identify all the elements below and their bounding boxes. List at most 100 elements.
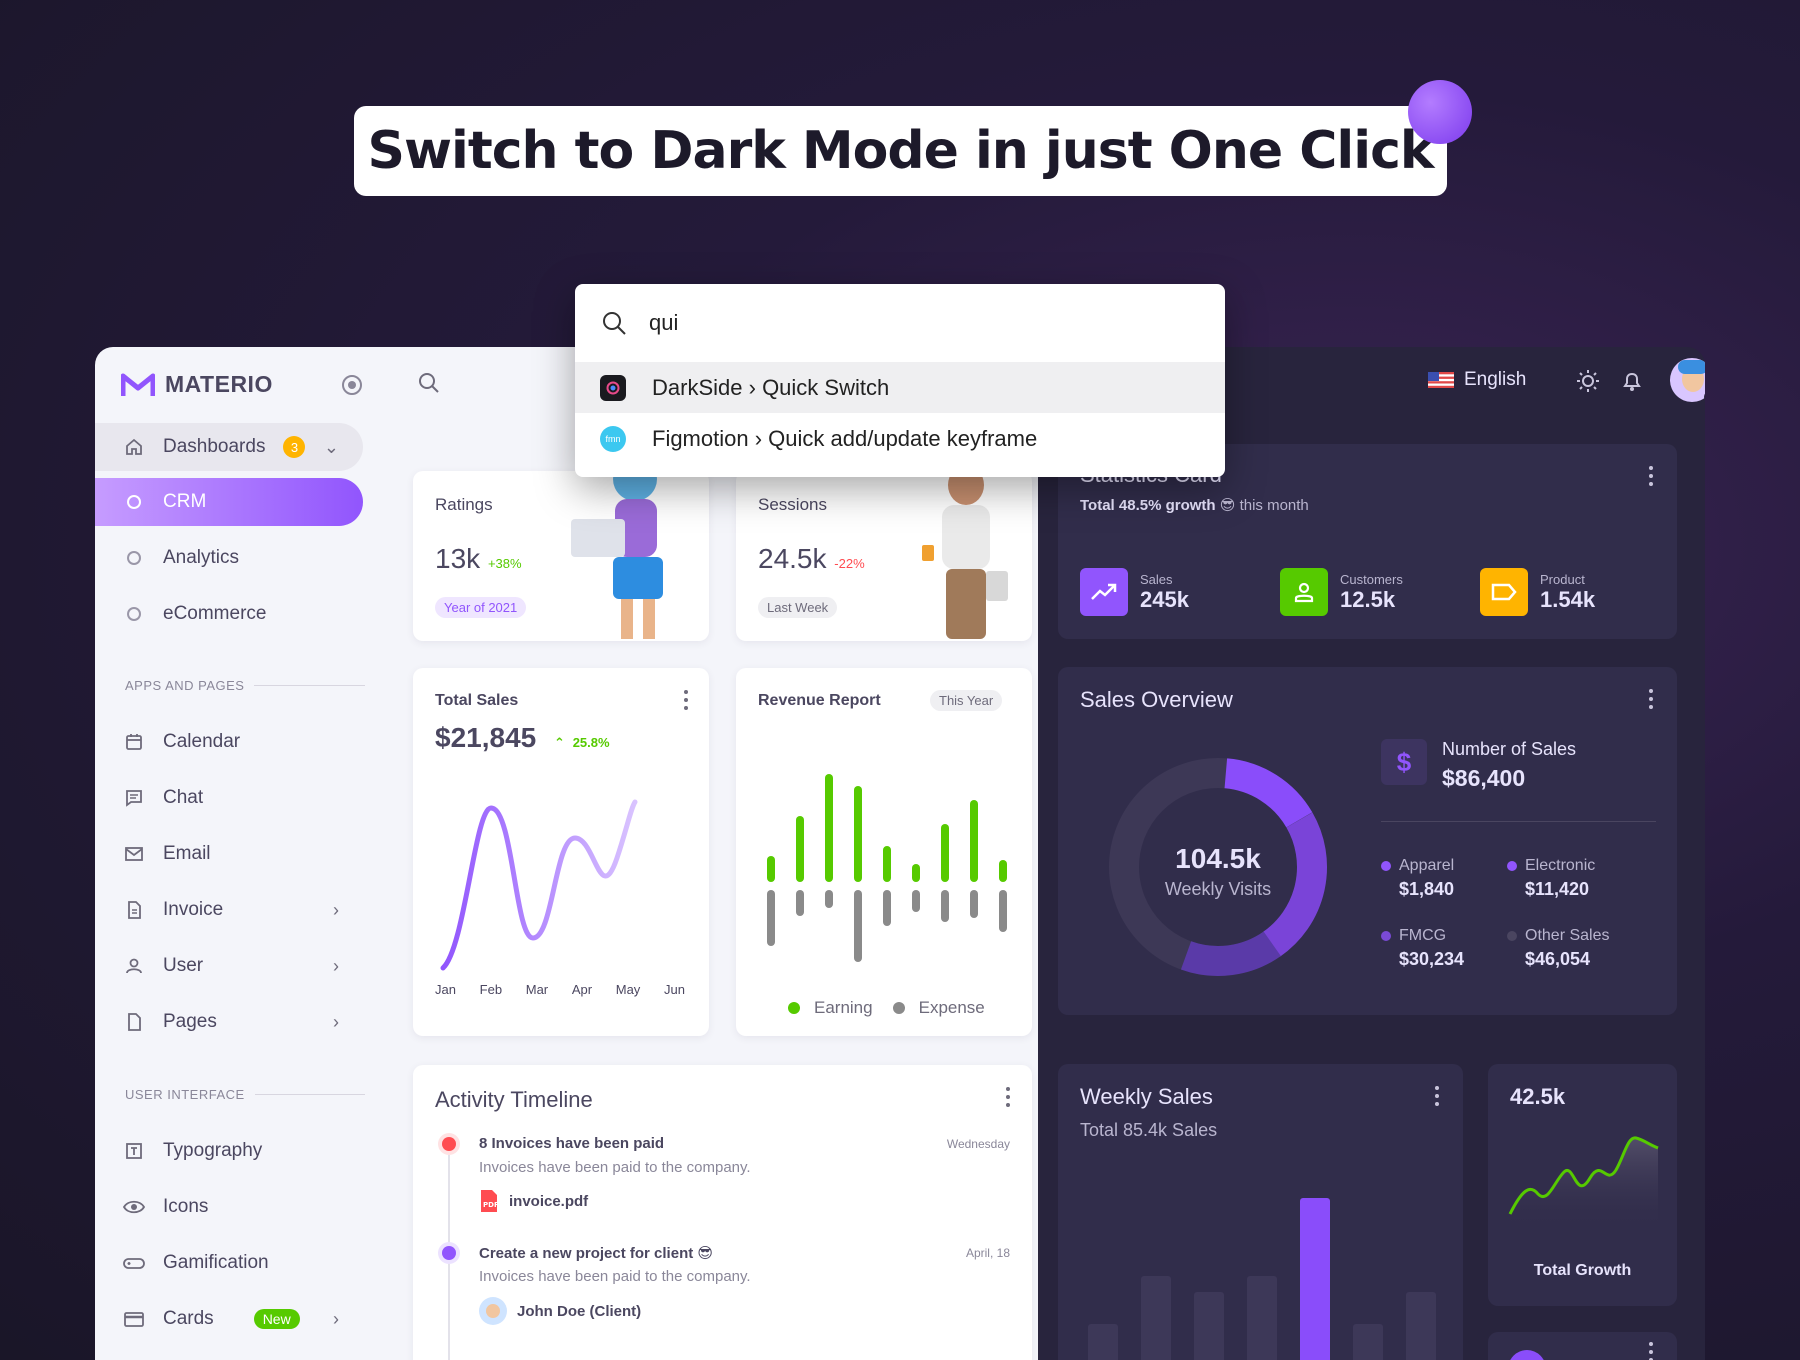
activity-timeline-card: Activity Timeline 8 Invoices have been p… xyxy=(413,1065,1032,1360)
divider xyxy=(1381,821,1656,822)
section-header-apps: APPS AND PAGES xyxy=(125,678,365,693)
sidebar-item-dashboards[interactable]: Dashboards 3 ⌄ xyxy=(95,423,363,471)
tick-label: Feb xyxy=(479,982,503,997)
card-title: Revenue Report xyxy=(758,692,881,709)
month-axis: Jan Feb Mar Apr May Jun xyxy=(435,982,685,997)
label-icon xyxy=(1480,568,1528,616)
stat-customers: Customers 12.5k xyxy=(1280,568,1403,616)
home-icon xyxy=(123,436,145,458)
palette-query: qui xyxy=(649,310,679,335)
banner-title: Switch to Dark Mode in just One Click xyxy=(367,121,1435,181)
attachment-name: invoice.pdf xyxy=(509,1192,589,1210)
theme-toggle-icon[interactable] xyxy=(1576,369,1600,393)
total-growth-card: 42.5k Total Growth xyxy=(1488,1064,1677,1306)
light-mode-panel: MATERIO Dashboards 3 ⌄ CRM Analytics eCo… xyxy=(95,347,1038,1360)
growth-value: 42.5k xyxy=(1510,1084,1566,1109)
stat-sales: Sales 245k xyxy=(1080,568,1189,616)
materio-logo-icon xyxy=(121,373,155,396)
tick-label: Apr xyxy=(571,982,593,997)
number-of-sales-value: $86,400 xyxy=(1442,765,1526,791)
sidebar-item-ecommerce[interactable]: eCommerce xyxy=(95,590,363,638)
legend-apparel: Apparel $1,840 xyxy=(1381,857,1454,900)
avatar xyxy=(479,1297,507,1325)
sales-overview-card: Sales Overview 104.5k Weekly Visits $ Nu… xyxy=(1058,667,1677,1015)
circle-icon xyxy=(127,551,141,565)
sidebar-item-chat[interactable]: Chat xyxy=(95,774,363,822)
bell-icon[interactable] xyxy=(1620,369,1644,393)
sidebar-item-label: Icons xyxy=(163,1196,209,1217)
trend-up-icon: ⌃ xyxy=(554,735,565,750)
period-chip[interactable]: This Year xyxy=(930,690,1003,711)
palette-result-label: DarkSide › Quick Switch xyxy=(652,375,889,401)
result-action: Quick Switch xyxy=(762,374,890,400)
ratings-card: Ratings 13k +38% Year of 2021 xyxy=(413,471,709,641)
timeline-dot xyxy=(442,1246,456,1260)
legend-value: $46,054 xyxy=(1525,949,1591,969)
legend-label: Expense xyxy=(918,998,985,1017)
tick-label: Jan xyxy=(435,982,456,997)
card-title: Ratings xyxy=(435,495,493,514)
new-badge: New xyxy=(253,1309,300,1329)
card-icon xyxy=(123,1308,145,1330)
app-window: MATERIO Dashboards 3 ⌄ CRM Analytics eCo… xyxy=(95,347,1705,1360)
sidebar-item-invoice[interactable]: Invoice › xyxy=(95,886,363,934)
more-vert-icon[interactable] xyxy=(1434,1086,1440,1106)
pin-sidebar-icon[interactable] xyxy=(342,375,362,395)
stat-label: Customers xyxy=(1340,571,1403,587)
avatar[interactable] xyxy=(1670,358,1705,402)
brand-logo[interactable]: MATERIO xyxy=(121,371,273,398)
sidebar-item-pages[interactable]: Pages › xyxy=(95,998,363,1046)
palette-result-darkside[interactable]: DarkSide › Quick Switch xyxy=(575,362,1225,413)
more-vert-icon[interactable] xyxy=(1648,466,1654,486)
sidebar-item-typography[interactable]: Typography xyxy=(95,1127,363,1175)
result-separator: › xyxy=(754,425,763,451)
period-chip: Year of 2021 xyxy=(435,597,527,618)
circle-icon xyxy=(127,495,141,509)
pages-icon xyxy=(123,1011,145,1033)
attachment-link[interactable]: PDF invoice.pdf xyxy=(479,1189,588,1213)
client-chip[interactable]: John Doe (Client) xyxy=(479,1297,641,1325)
sidebar-item-email[interactable]: Email xyxy=(95,830,363,878)
dashboards-count-badge: 3 xyxy=(283,436,306,458)
sidebar-item-label: Pages xyxy=(163,1011,217,1032)
expense-dot xyxy=(892,1002,905,1014)
palette-search-field[interactable]: qui xyxy=(575,284,1225,362)
dark-mode-panel: English Statistics Card Total 48.5% grow… xyxy=(1038,347,1705,1360)
weekly-sales-bar-chart xyxy=(1088,1198,1436,1360)
sidebar-item-label: Email xyxy=(163,843,211,864)
pdf-file-icon: PDF xyxy=(481,1190,499,1212)
sidebar-item-label: Chat xyxy=(163,787,204,808)
legend-label: FMCG xyxy=(1399,927,1447,944)
result-app: DarkSide xyxy=(652,374,743,400)
timeline-item-title: 8 Invoices have been paid xyxy=(479,1135,665,1152)
client-name: John Doe (Client) xyxy=(517,1302,642,1320)
legend-dot xyxy=(1381,861,1391,871)
value-text: 13k xyxy=(435,543,481,574)
more-vert-icon[interactable] xyxy=(1648,689,1654,709)
calendar-icon xyxy=(123,731,145,753)
palette-result-figmotion[interactable]: fmn Figmotion › Quick add/update keyfram… xyxy=(575,413,1225,464)
sidebar-item-analytics[interactable]: Analytics xyxy=(95,534,363,582)
typography-icon xyxy=(123,1140,145,1162)
more-vert-icon[interactable] xyxy=(1005,1087,1011,1107)
more-vert-icon[interactable] xyxy=(1648,1342,1654,1360)
language-switcher[interactable]: English xyxy=(1428,369,1526,391)
sidebar-item-cards[interactable]: Cards New › xyxy=(95,1295,363,1343)
sidebar-item-icons[interactable]: Icons xyxy=(95,1183,363,1231)
more-vert-icon[interactable] xyxy=(683,690,689,710)
sidebar-item-user[interactable]: User › xyxy=(95,942,363,990)
growth-text: Total 48.5% growth xyxy=(1080,497,1216,514)
sidebar-item-label: Calendar xyxy=(163,731,241,752)
donut-center-value: 104.5k xyxy=(1175,843,1261,874)
legend-other-sales: Other Sales $46,054 xyxy=(1507,927,1609,970)
tick-label: May xyxy=(615,982,641,997)
timeline-item-title: Create a new project for client 😎 xyxy=(479,1245,714,1262)
sidebar-item-calendar[interactable]: Calendar xyxy=(95,718,363,766)
sidebar-item-label: Typography xyxy=(163,1140,263,1161)
sessions-value: 24.5k -22% xyxy=(758,543,865,575)
sidebar-item-label: Invoice xyxy=(163,899,224,920)
search-icon[interactable] xyxy=(417,371,441,395)
sidebar-item-crm[interactable]: CRM xyxy=(95,478,363,526)
sidebar-item-gamification[interactable]: Gamification xyxy=(95,1239,363,1287)
chevron-down-icon: ⌄ xyxy=(323,436,339,457)
